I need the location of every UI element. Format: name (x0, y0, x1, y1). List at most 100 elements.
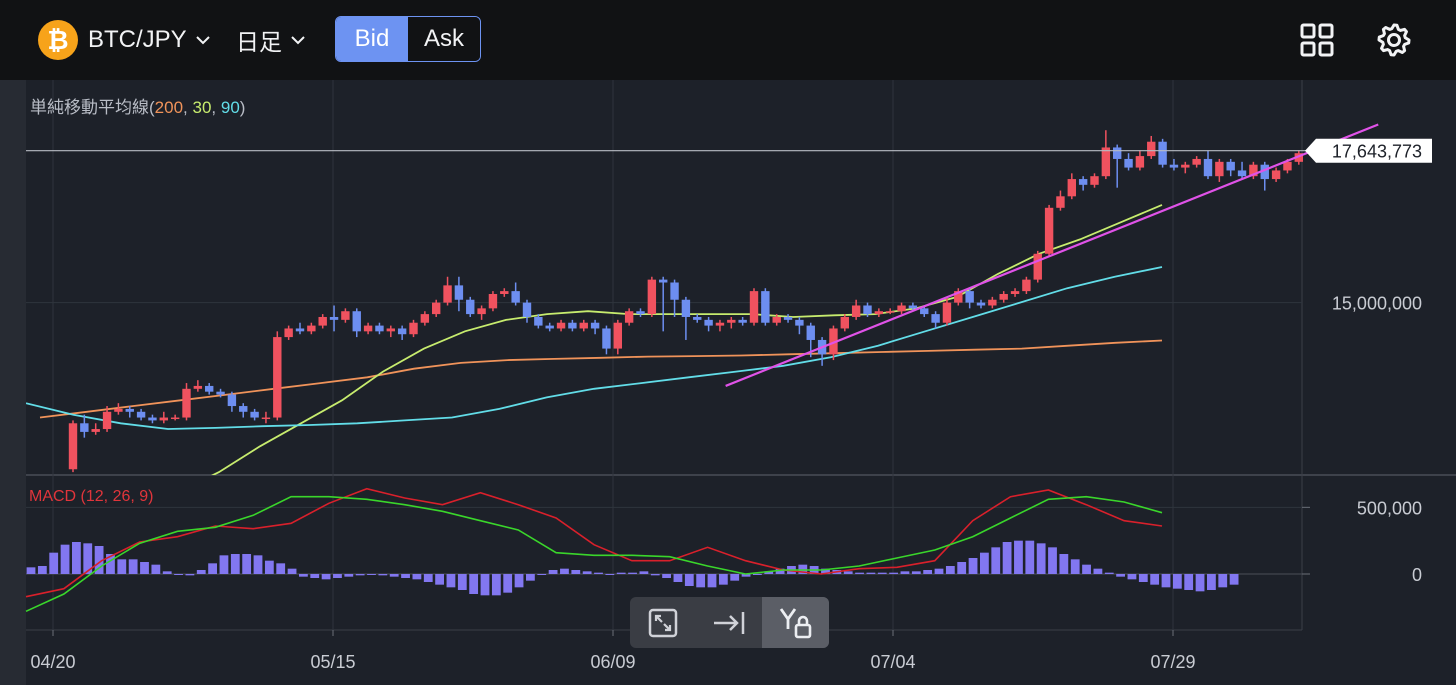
histogram-bar (491, 574, 501, 596)
histogram-bar (457, 574, 467, 590)
candle-body (1226, 161, 1235, 171)
candle-body (942, 302, 952, 323)
histogram-bar (889, 572, 898, 574)
candle-body (329, 316, 339, 320)
candle-body (250, 411, 259, 418)
histogram-bar (480, 574, 490, 596)
candle-body (749, 291, 759, 323)
candle-body (795, 319, 804, 326)
histogram-bar (1036, 543, 1046, 574)
histogram-bar (344, 574, 354, 577)
candle-body (999, 293, 1008, 300)
candle-body (715, 322, 725, 326)
histogram-bar (435, 574, 444, 585)
histogram-bar (968, 558, 978, 574)
candle-body (556, 322, 566, 329)
histogram-bar (1127, 574, 1137, 580)
histogram-bar (1025, 540, 1035, 574)
histogram-bar (900, 571, 910, 574)
candle-body (874, 311, 884, 315)
histogram-bar (1138, 574, 1148, 582)
grid-icon[interactable] (1297, 20, 1337, 60)
histogram-bar (707, 574, 717, 588)
candle-body (159, 417, 168, 421)
histogram-bar (684, 574, 694, 586)
histogram-bar (310, 574, 320, 578)
macd-y-tick-label: 500,000 (1357, 498, 1422, 518)
histogram-bar (367, 574, 376, 575)
candle-body (908, 305, 918, 309)
histogram-bar (923, 570, 933, 574)
candle-body (318, 316, 327, 326)
candle-body (522, 302, 532, 317)
bid-button[interactable]: Bid (336, 17, 408, 61)
sma-legend: 単純移動平均線(200, 30, 90) (30, 98, 246, 117)
sma-name: 単純移動平均線 (30, 98, 149, 117)
candle-body (341, 311, 350, 320)
histogram-bar (753, 574, 762, 575)
histogram-bar (911, 571, 921, 574)
candle-body (1067, 179, 1076, 197)
candle-body (1192, 158, 1201, 165)
histogram-bar (503, 574, 513, 593)
candle-body (239, 406, 248, 412)
candle-body (68, 423, 78, 470)
candle-body (1271, 170, 1281, 180)
candle-body (681, 299, 691, 317)
candle-body (1215, 161, 1224, 177)
histogram-bar (718, 574, 728, 585)
x-tick-label: 06/09 (590, 652, 635, 672)
candle-body (738, 319, 747, 323)
macd-y-tick-label: 0 (1412, 565, 1422, 585)
histogram-bar (945, 566, 955, 574)
candle-body (545, 325, 554, 329)
candle-body (409, 322, 418, 335)
candle-body (80, 423, 89, 432)
timeframe-label: 日足 (236, 29, 282, 55)
histogram-bar (639, 571, 649, 574)
candle-body (273, 337, 282, 418)
candle-body (352, 311, 361, 332)
histogram-bar (855, 572, 864, 574)
histogram-bar (26, 567, 36, 574)
gear-icon[interactable] (1374, 20, 1414, 60)
pair-selector[interactable]: ₿ BTC/JPY (38, 20, 211, 60)
y-axis-lock-button[interactable] (762, 597, 829, 648)
histogram-bar (219, 555, 229, 574)
candle-body (1101, 147, 1111, 177)
scroll-to-latest-button[interactable] (696, 597, 762, 648)
histogram-bar (469, 574, 479, 594)
chevron-down-icon (195, 36, 210, 45)
sma-param-90: 90 (220, 98, 240, 117)
candle-body (613, 322, 622, 349)
candle-body (397, 328, 407, 335)
histogram-bar (72, 542, 81, 574)
histogram-bar (877, 572, 887, 574)
candle-body (386, 328, 395, 332)
candle-body (511, 291, 520, 303)
candle-body (624, 311, 634, 323)
candle-body (182, 388, 191, 418)
candle-body (602, 328, 611, 349)
candle-body (148, 417, 157, 421)
histogram-bar (174, 574, 183, 575)
histogram-bar (1207, 574, 1216, 590)
histogram-bar (1184, 574, 1194, 590)
candle-body (216, 391, 225, 395)
histogram-bar (991, 547, 1001, 574)
ask-button[interactable]: Ask (408, 17, 480, 61)
histogram-bar (378, 574, 388, 576)
candle-body (783, 316, 793, 320)
candle-body (886, 311, 895, 313)
histogram-bar (1093, 568, 1103, 574)
histogram-bar (526, 574, 535, 581)
price-chart[interactable]: 04/20 05/15 06/09 07/04 07/29 15,000,000 17,64… (0, 80, 1456, 685)
timeframe-selector[interactable]: 日足 (236, 20, 306, 60)
histogram-bar (151, 564, 161, 574)
histogram-bar (401, 574, 410, 578)
candle-body (693, 316, 702, 320)
fullscreen-button[interactable] (630, 597, 696, 648)
histogram-bar (1082, 564, 1091, 574)
histogram-bar (389, 574, 399, 577)
histogram-bar (650, 574, 660, 576)
